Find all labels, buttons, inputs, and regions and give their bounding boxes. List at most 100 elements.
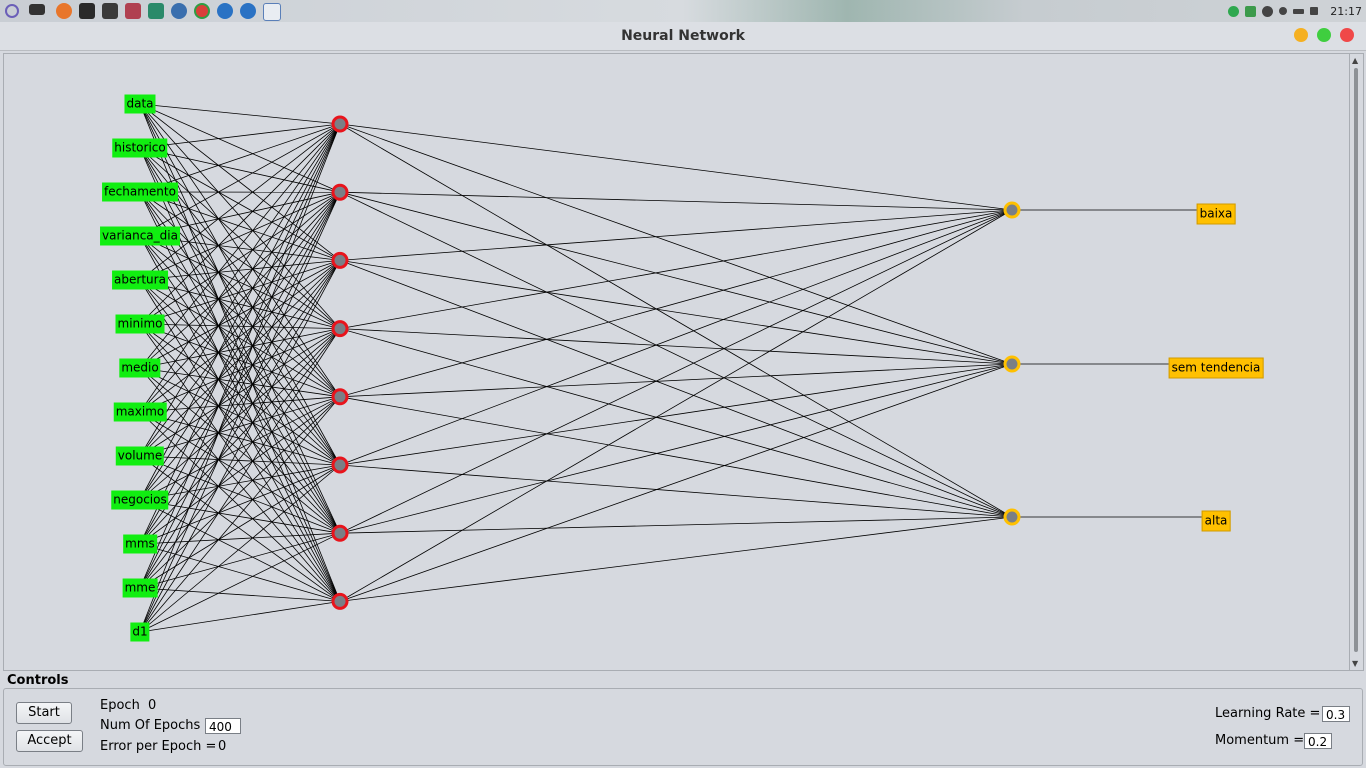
output-neuron[interactable] xyxy=(1003,355,1021,373)
minimize-button[interactable] xyxy=(1294,28,1308,42)
hidden-neuron[interactable] xyxy=(331,251,349,269)
input-neuron-label[interactable]: maximo xyxy=(113,402,167,422)
close-button[interactable] xyxy=(1340,28,1354,42)
app-icon-2[interactable] xyxy=(171,3,187,19)
learning-rate-label: Learning Rate = xyxy=(1215,706,1321,721)
hidden-output-connection xyxy=(339,260,1013,518)
num-epochs-label: Num Of Epochs xyxy=(100,718,201,733)
network-diagram xyxy=(139,103,1216,633)
app-icon[interactable] xyxy=(148,3,164,19)
input-neuron-label[interactable]: historico xyxy=(112,138,168,158)
input-neuron-label[interactable]: volume xyxy=(115,446,165,466)
info-icon[interactable] xyxy=(1279,7,1288,15)
output-neuron-label[interactable]: alta xyxy=(1201,510,1231,532)
output-neuron-label[interactable]: sem tendencia xyxy=(1168,357,1264,379)
desktop-icon[interactable] xyxy=(29,4,45,15)
input-neuron-label[interactable]: medio xyxy=(119,358,161,378)
hidden-output-connection xyxy=(339,209,1013,329)
controls-panel: Start Accept Epoch 0 Num Of Epochs 400 E… xyxy=(3,688,1363,766)
momentum-label: Momentum = xyxy=(1215,733,1305,748)
network-canvas: data historico fechamento varianca_diaabert… xyxy=(3,53,1350,671)
input-neuron-label[interactable]: negocios xyxy=(111,490,169,510)
output-neuron[interactable] xyxy=(1003,201,1021,219)
input-neuron-label[interactable]: varianca_dia xyxy=(100,226,180,246)
num-epochs-field[interactable]: 400 xyxy=(205,718,241,734)
input-neuron-label[interactable]: d1 xyxy=(130,622,150,642)
hidden-neuron[interactable] xyxy=(331,320,349,338)
input-hidden-connection xyxy=(139,601,341,633)
input-neuron-label[interactable]: data xyxy=(124,94,156,114)
hidden-output-connection xyxy=(339,516,1013,534)
input-hidden-connection xyxy=(139,123,341,369)
start-button[interactable]: Start xyxy=(16,702,72,724)
input-hidden-connection xyxy=(139,191,341,602)
input-neuron-label[interactable]: mme xyxy=(122,578,158,598)
folder-icon[interactable] xyxy=(102,3,118,19)
hidden-output-connection xyxy=(339,328,1013,365)
error-per-epoch-label: Error per Epoch = xyxy=(100,739,217,754)
hidden-output-connection xyxy=(339,260,1013,365)
hidden-neuron[interactable] xyxy=(331,183,349,201)
vertical-scrollbar[interactable]: ▲ ▼ xyxy=(1349,53,1364,671)
input-hidden-connection xyxy=(139,396,341,633)
hidden-output-connection xyxy=(339,123,1013,211)
hidden-output-connection xyxy=(339,464,1013,518)
window-titlebar: Neural Network xyxy=(0,22,1366,51)
hidden-neuron[interactable] xyxy=(331,524,349,542)
input-hidden-connection xyxy=(139,260,341,501)
momentum-field[interactable]: 0.2 xyxy=(1304,733,1332,749)
epoch-value: 0 xyxy=(148,698,157,713)
hidden-output-connection xyxy=(339,209,1013,534)
input-neuron-label[interactable]: mms xyxy=(123,534,157,554)
volume-icon[interactable] xyxy=(1310,7,1319,15)
hidden-neuron[interactable] xyxy=(331,456,349,474)
files-icon[interactable] xyxy=(79,3,95,19)
maximize-button[interactable] xyxy=(1317,28,1331,42)
learning-rate-field[interactable]: 0.3 xyxy=(1322,706,1350,722)
scroll-thumb[interactable] xyxy=(1354,68,1358,652)
output-neuron[interactable] xyxy=(1003,508,1021,526)
hidden-output-connection xyxy=(339,123,1013,518)
java-icon[interactable] xyxy=(263,3,281,21)
hidden-output-connection xyxy=(339,363,1013,534)
launcher-icon[interactable] xyxy=(5,4,19,18)
hidden-output-connection xyxy=(339,191,1013,211)
hidden-neuron[interactable] xyxy=(331,592,349,610)
input-hidden-connection xyxy=(139,464,341,545)
telegram-icon-2[interactable] xyxy=(240,3,256,19)
hidden-output-connection xyxy=(339,123,1013,365)
input-neuron-label[interactable]: abertura xyxy=(112,270,168,290)
whatsapp-icon[interactable] xyxy=(1228,5,1240,17)
firefox-icon[interactable] xyxy=(56,3,72,19)
accept-button[interactable]: Accept xyxy=(16,730,83,752)
scroll-down-arrow-icon[interactable]: ▼ xyxy=(1352,659,1358,668)
input-hidden-connection xyxy=(139,328,341,545)
hidden-neuron[interactable] xyxy=(331,115,349,133)
chrome-icon[interactable] xyxy=(194,3,210,19)
hidden-output-connection xyxy=(339,328,1013,518)
output-neuron-label[interactable]: baixa xyxy=(1196,203,1236,225)
input-neuron-label[interactable]: minimo xyxy=(115,314,165,334)
system-tray: 21:17 xyxy=(1228,0,1362,22)
epoch-label: Epoch xyxy=(100,698,140,713)
error-per-epoch-value: 0 xyxy=(218,739,227,754)
input-hidden-connection xyxy=(139,328,341,501)
scroll-up-arrow-icon[interactable]: ▲ xyxy=(1352,56,1358,65)
input-hidden-connection xyxy=(139,103,341,125)
controls-title: Controls xyxy=(7,673,69,688)
hidden-output-connection xyxy=(339,191,1013,365)
hidden-output-connection xyxy=(339,516,1013,602)
hidden-output-connection xyxy=(339,363,1013,602)
hidden-neuron[interactable] xyxy=(331,388,349,406)
bluetooth-icon[interactable] xyxy=(1262,5,1274,17)
telegram-icon[interactable] xyxy=(217,3,233,19)
input-hidden-connection xyxy=(139,587,341,602)
battery-icon[interactable] xyxy=(1293,8,1305,14)
input-neuron-label[interactable]: fechamento xyxy=(102,182,178,202)
system-taskbar: 21:17 xyxy=(0,0,1366,22)
shield-icon[interactable] xyxy=(1245,5,1257,17)
clock: 21:17 xyxy=(1330,4,1362,18)
monitor-icon[interactable] xyxy=(125,3,141,19)
hidden-output-connection xyxy=(339,209,1013,602)
hidden-output-connection xyxy=(339,209,1013,466)
